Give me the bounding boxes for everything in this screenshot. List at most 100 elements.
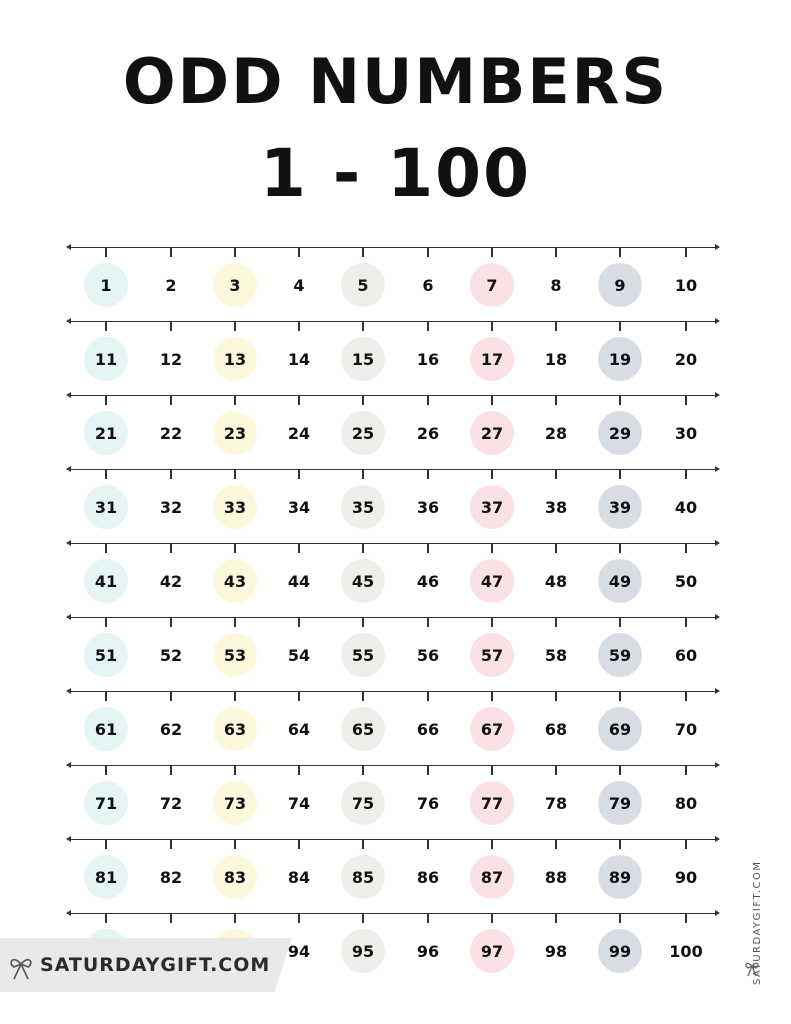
- number-row: 71 72 73 74 75 76 77 78 79 80: [0, 762, 791, 839]
- number-line-tick: [362, 765, 364, 775]
- number-line-tick: [170, 691, 172, 701]
- even-number-cell: 42: [159, 571, 183, 591]
- number-line-tick: [234, 469, 236, 479]
- number-line-tick: [105, 543, 107, 553]
- odd-number-cell: 57: [470, 633, 514, 677]
- even-number-cell: 80: [674, 793, 698, 813]
- even-number-cell: 96: [416, 941, 440, 961]
- even-number-cell: 32: [159, 497, 183, 517]
- number-line-tick: [491, 617, 493, 627]
- number-line-tick: [491, 913, 493, 923]
- number-line-tick: [685, 617, 687, 627]
- even-number-cell: 88: [544, 867, 568, 887]
- number-row: 81 82 83 84 85 86 87 88 89 90: [0, 836, 791, 913]
- number-line-tick: [685, 543, 687, 553]
- even-number-cell: 34: [287, 497, 311, 517]
- odd-number-cell: 55: [341, 633, 385, 677]
- number-line-tick: [427, 617, 429, 627]
- number-row: 11 12 13 14 15 16 17 18 19 20: [0, 318, 791, 395]
- odd-number-cell: 53: [213, 633, 257, 677]
- number-line-tick: [234, 543, 236, 553]
- number-line-tick: [427, 469, 429, 479]
- odd-number-cell: 33: [213, 485, 257, 529]
- number-line-tick: [685, 469, 687, 479]
- number-line-tick: [298, 247, 300, 257]
- even-number-cell: 2: [165, 275, 177, 295]
- even-number-cell: 18: [544, 349, 568, 369]
- odd-number-cell: 1: [84, 263, 128, 307]
- odd-number-cell: 79: [598, 781, 642, 825]
- number-row: 61 62 63 64 65 66 67 68 69 70: [0, 688, 791, 765]
- even-number-cell: 86: [416, 867, 440, 887]
- number-row: 21 22 23 24 25 26 27 28 29 30: [0, 392, 791, 469]
- even-number-cell: 6: [422, 275, 434, 295]
- number-row: 41 42 43 44 45 46 47 48 49 50: [0, 540, 791, 617]
- odd-number-cell: 37: [470, 485, 514, 529]
- number-line-tick: [555, 913, 557, 923]
- odd-number-cell: 83: [213, 855, 257, 899]
- number-line-tick: [491, 691, 493, 701]
- number-line-tick: [170, 839, 172, 849]
- number-line-tick: [491, 839, 493, 849]
- number-line-tick: [362, 691, 364, 701]
- number-line-tick: [685, 913, 687, 923]
- number-line-tick: [427, 691, 429, 701]
- number-line-tick: [555, 691, 557, 701]
- even-number-cell: 46: [416, 571, 440, 591]
- even-number-cell: 50: [674, 571, 698, 591]
- even-number-cell: 66: [416, 719, 440, 739]
- odd-number-cell: 21: [84, 411, 128, 455]
- even-number-cell: 40: [674, 497, 698, 517]
- number-line-tick: [491, 765, 493, 775]
- odd-number-cell: 7: [470, 263, 514, 307]
- odd-number-cell: 17: [470, 337, 514, 381]
- odd-number-cell: 41: [84, 559, 128, 603]
- odd-number-cell: 23: [213, 411, 257, 455]
- odd-number-cell: 11: [84, 337, 128, 381]
- number-line-tick: [427, 247, 429, 257]
- number-line-tick: [427, 395, 429, 405]
- number-line-tick: [170, 913, 172, 923]
- number-row: 1 2 3 4 5 6 7 8 9 10: [0, 244, 791, 321]
- even-number-cell: 44: [287, 571, 311, 591]
- number-line-tick: [362, 321, 364, 331]
- number-line-tick: [170, 543, 172, 553]
- number-line-tick: [105, 247, 107, 257]
- even-number-cell: 28: [544, 423, 568, 443]
- number-line-tick: [619, 247, 621, 257]
- number-line-tick: [619, 691, 621, 701]
- number-line-tick: [234, 839, 236, 849]
- even-number-cell: 14: [287, 349, 311, 369]
- number-line-tick: [234, 617, 236, 627]
- number-line-tick: [234, 247, 236, 257]
- even-number-cell: 54: [287, 645, 311, 665]
- number-line-tick: [298, 839, 300, 849]
- number-line-tick: [170, 321, 172, 331]
- number-line-tick: [298, 617, 300, 627]
- number-line-tick: [298, 469, 300, 479]
- number-line-tick: [619, 839, 621, 849]
- number-line-tick: [555, 617, 557, 627]
- odd-number-cell: 35: [341, 485, 385, 529]
- number-line-tick: [491, 395, 493, 405]
- number-line-tick: [105, 913, 107, 923]
- number-line-tick: [685, 247, 687, 257]
- even-number-cell: 78: [544, 793, 568, 813]
- odd-number-cell: 61: [84, 707, 128, 751]
- even-number-cell: 62: [159, 719, 183, 739]
- even-number-cell: 72: [159, 793, 183, 813]
- odd-number-cell: 43: [213, 559, 257, 603]
- even-number-cell: 82: [159, 867, 183, 887]
- number-line-tick: [234, 321, 236, 331]
- even-number-cell: 12: [159, 349, 183, 369]
- odd-number-cell: 59: [598, 633, 642, 677]
- number-line-tick: [685, 765, 687, 775]
- even-number-cell: 68: [544, 719, 568, 739]
- even-number-cell: 84: [287, 867, 311, 887]
- odd-number-cell: 31: [84, 485, 128, 529]
- even-number-cell: 58: [544, 645, 568, 665]
- footer-brand-text: SATURDAYGIFT.COM: [40, 954, 271, 976]
- odd-number-cell: 95: [341, 929, 385, 973]
- even-number-cell: 100: [669, 941, 703, 961]
- number-line-tick: [105, 691, 107, 701]
